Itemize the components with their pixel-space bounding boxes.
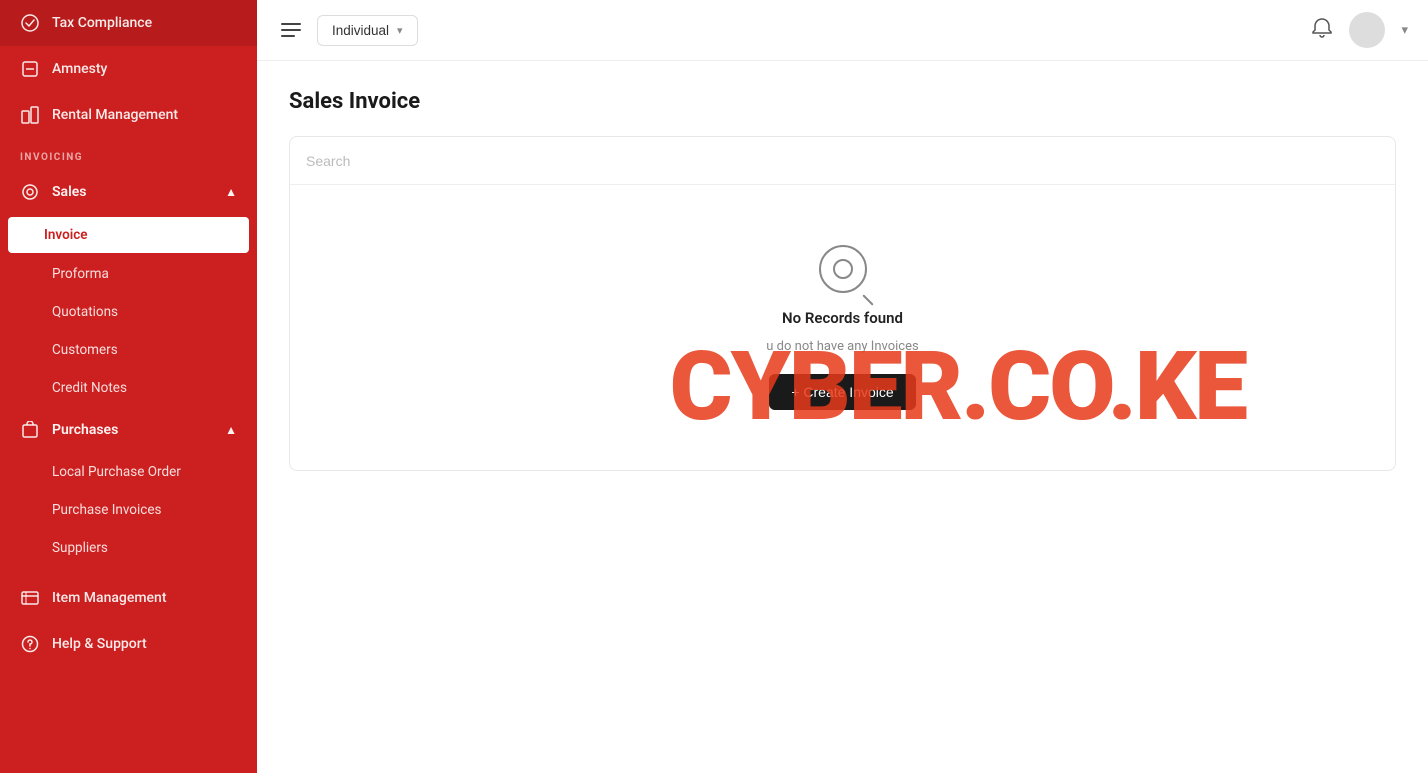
sidebar-sub-item-suppliers[interactable]: Suppliers bbox=[0, 529, 257, 567]
notification-bell-icon[interactable] bbox=[1311, 17, 1333, 44]
sidebar-item-help-support[interactable]: Help & Support bbox=[0, 621, 257, 667]
topbar-chevron-icon[interactable]: ▾ bbox=[1401, 23, 1408, 38]
purchases-label: Purchases bbox=[52, 422, 118, 438]
search-input[interactable] bbox=[306, 153, 1379, 169]
sidebar-item-amnesty[interactable]: Amnesty bbox=[0, 46, 257, 92]
sidebar-sub-item-proforma[interactable]: Proforma bbox=[0, 255, 257, 293]
sidebar-sub-item-customers[interactable]: Customers bbox=[0, 331, 257, 369]
purchase-invoices-label: Purchase Invoices bbox=[52, 502, 161, 518]
sales-chevron: ▲ bbox=[225, 185, 237, 199]
dropdown-label: Individual bbox=[332, 23, 389, 38]
sidebar-sub-item-credit-notes[interactable]: Credit Notes bbox=[0, 369, 257, 407]
search-bar-container bbox=[290, 137, 1395, 185]
sidebar-sub-item-invoice[interactable]: Invoice bbox=[8, 217, 249, 253]
dropdown-chevron-icon: ▾ bbox=[397, 24, 403, 37]
create-invoice-label: + Create Invoice bbox=[791, 384, 893, 400]
sidebar: Tax Compliance Amnesty Rental Management… bbox=[0, 0, 257, 773]
credit-notes-label: Credit Notes bbox=[52, 380, 127, 396]
customers-label: Customers bbox=[52, 342, 118, 358]
help-icon bbox=[20, 634, 40, 654]
individual-dropdown[interactable]: Individual ▾ bbox=[317, 15, 418, 46]
sales-invoice-card: No Records found u do not have any Invoi… bbox=[289, 136, 1396, 471]
empty-subtitle: u do not have any Invoices bbox=[766, 339, 918, 354]
invoice-label: Invoice bbox=[44, 227, 88, 243]
rental-management-icon bbox=[20, 105, 40, 125]
menu-toggle-button[interactable] bbox=[277, 19, 305, 41]
sidebar-sub-item-quotations[interactable]: Quotations bbox=[0, 293, 257, 331]
page-content-area: Sales Invoice No Records found u do not … bbox=[257, 61, 1428, 773]
item-management-label: Item Management bbox=[52, 590, 167, 606]
suppliers-label: Suppliers bbox=[52, 540, 108, 556]
page-title: Sales Invoice bbox=[289, 89, 1396, 114]
sales-label: Sales bbox=[52, 184, 86, 200]
sidebar-label-rental-management: Rental Management bbox=[52, 107, 178, 123]
sidebar-sub-item-purchase-invoices[interactable]: Purchase Invoices bbox=[0, 491, 257, 529]
sidebar-label-amnesty: Amnesty bbox=[52, 61, 107, 77]
lpo-label: Local Purchase Order bbox=[52, 464, 181, 480]
proforma-label: Proforma bbox=[52, 266, 109, 282]
purchases-chevron: ▲ bbox=[225, 423, 237, 437]
sales-icon bbox=[20, 182, 40, 202]
quotations-label: Quotations bbox=[52, 304, 118, 320]
empty-title: No Records found bbox=[782, 309, 903, 327]
create-invoice-button[interactable]: + Create Invoice bbox=[769, 374, 915, 410]
empty-search-icon bbox=[819, 245, 867, 293]
sidebar-item-rental-management[interactable]: Rental Management bbox=[0, 92, 257, 138]
amnesty-icon bbox=[20, 59, 40, 79]
help-support-label: Help & Support bbox=[52, 636, 147, 652]
sidebar-item-sales[interactable]: Sales ▲ bbox=[0, 169, 257, 215]
topbar: Individual ▾ ▾ bbox=[257, 0, 1428, 61]
sidebar-item-tax-compliance[interactable]: Tax Compliance bbox=[0, 0, 257, 46]
purchases-icon bbox=[20, 420, 40, 440]
item-management-icon bbox=[20, 588, 40, 608]
main-content: Individual ▾ ▾ Sales Invoice bbox=[257, 0, 1428, 773]
topbar-right: ▾ bbox=[1311, 12, 1408, 48]
empty-state: No Records found u do not have any Invoi… bbox=[290, 185, 1395, 470]
invoicing-section-label: INVOICING bbox=[0, 138, 257, 169]
sidebar-item-purchases[interactable]: Purchases ▲ bbox=[0, 407, 257, 453]
user-avatar[interactable] bbox=[1349, 12, 1385, 48]
sidebar-label-tax-compliance: Tax Compliance bbox=[52, 15, 152, 31]
sidebar-item-item-management[interactable]: Item Management bbox=[0, 575, 257, 621]
sidebar-sub-item-local-purchase-order[interactable]: Local Purchase Order bbox=[0, 453, 257, 491]
tax-compliance-icon bbox=[20, 13, 40, 33]
